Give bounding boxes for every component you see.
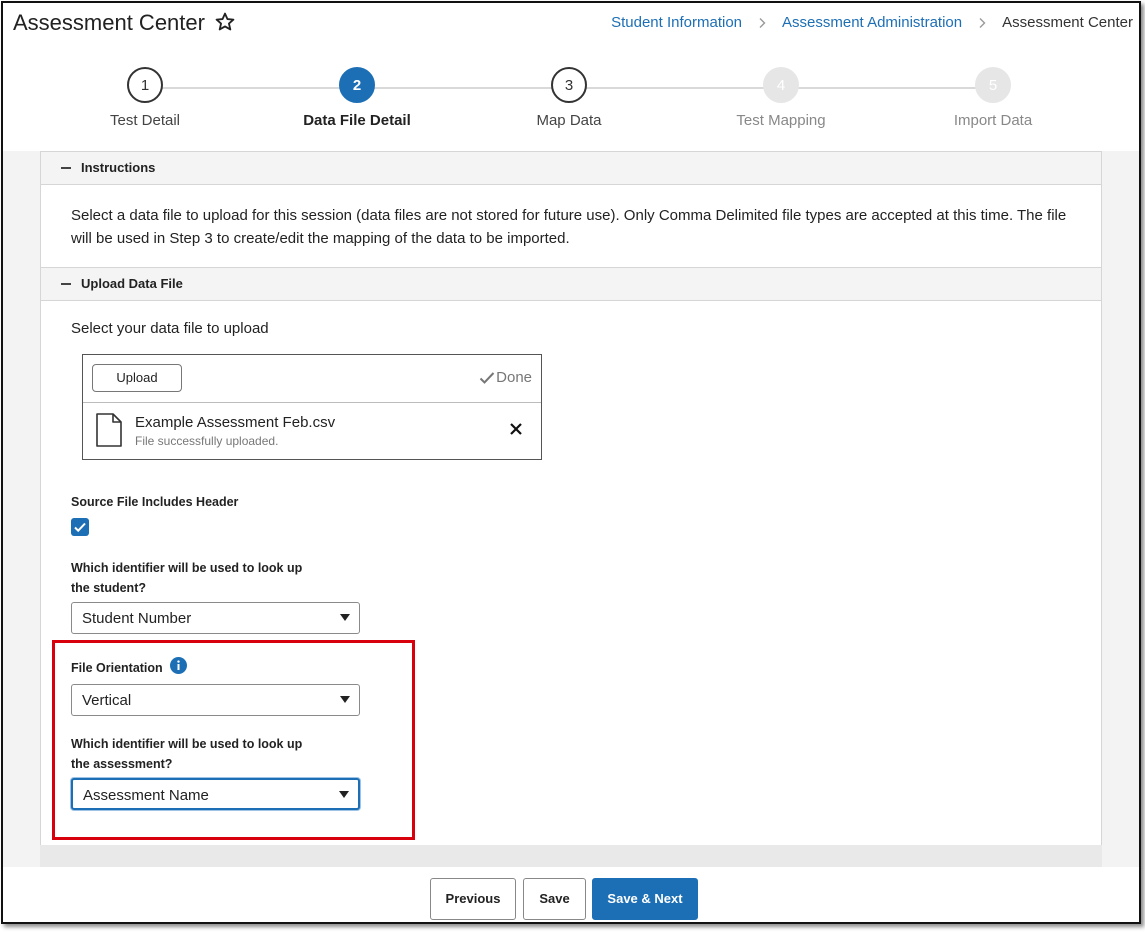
checkmark-icon bbox=[74, 522, 86, 533]
upload-prompt: Select your data file to upload bbox=[71, 320, 269, 337]
step-label: Import Data bbox=[953, 112, 1033, 129]
caret-down-icon bbox=[340, 696, 350, 703]
wizard-step-data-file-detail[interactable]: 2 Data File Detail bbox=[272, 67, 442, 129]
breadcrumb-student-information[interactable]: Student Information bbox=[611, 14, 742, 31]
select-value: Vertical bbox=[82, 692, 132, 709]
label-line: Which identifier will be used to look up bbox=[71, 561, 303, 575]
select-value: Assessment Name bbox=[83, 787, 209, 804]
file-upload-box: Upload Done Example Assessment Feb.csv F… bbox=[82, 354, 542, 460]
instructions-text: Select a data file to upload for this se… bbox=[71, 207, 1067, 247]
collapse-icon[interactable] bbox=[61, 283, 71, 285]
footer-band bbox=[40, 845, 1102, 867]
step-label: Test Mapping bbox=[736, 112, 826, 129]
caret-down-icon bbox=[339, 791, 349, 798]
app-window: Assessment Center Student Information As… bbox=[1, 1, 1141, 924]
section-title: Instructions bbox=[81, 160, 156, 175]
chevron-right-icon bbox=[759, 17, 766, 28]
student-identifier-select[interactable]: Student Number bbox=[71, 602, 360, 634]
wizard-step-map-data[interactable]: 3 Map Data bbox=[484, 67, 654, 129]
step-number: 3 bbox=[551, 67, 587, 103]
action-bar: Previous Save Save & Next bbox=[3, 867, 1139, 922]
file-icon bbox=[96, 413, 122, 447]
source-header-label: Source File Includes Header bbox=[71, 495, 239, 509]
instructions-section-header[interactable]: Instructions bbox=[41, 152, 1101, 185]
upload-status-label: Done bbox=[496, 369, 532, 386]
label-line: the assessment? bbox=[71, 757, 173, 771]
student-identifier-label: Which identifier will be used to look up… bbox=[71, 558, 302, 598]
step-number: 1 bbox=[127, 67, 163, 103]
breadcrumb-assessment-center: Assessment Center bbox=[1002, 14, 1133, 31]
step-number: 4 bbox=[763, 67, 799, 103]
step-number: 2 bbox=[339, 67, 375, 103]
assessment-identifier-select[interactable]: Assessment Name bbox=[71, 778, 360, 810]
step-label: Data File Detail bbox=[303, 112, 411, 129]
file-orientation-select[interactable]: Vertical bbox=[71, 684, 360, 716]
page-header: Assessment Center Student Information As… bbox=[3, 3, 1139, 46]
check-icon bbox=[479, 371, 495, 384]
step-number: 5 bbox=[975, 67, 1011, 103]
source-header-checkbox[interactable] bbox=[71, 518, 89, 536]
file-orientation-label: File Orientation bbox=[71, 661, 163, 675]
section-title: Upload Data File bbox=[81, 276, 183, 291]
uploaded-file-status: File successfully uploaded. bbox=[135, 434, 279, 448]
previous-button[interactable]: Previous bbox=[430, 878, 516, 920]
step-label: Map Data bbox=[536, 112, 602, 129]
breadcrumb-assessment-administration[interactable]: Assessment Administration bbox=[782, 14, 962, 31]
assessment-identifier-label: Which identifier will be used to look up… bbox=[71, 734, 302, 774]
content-panel: Instructions Select a data file to uploa… bbox=[40, 151, 1102, 847]
save-button[interactable]: Save bbox=[523, 878, 586, 920]
wizard-step-import-data: 5 Import Data bbox=[908, 67, 1078, 129]
star-icon[interactable] bbox=[214, 11, 236, 33]
upload-status: Done bbox=[479, 369, 532, 386]
select-value: Student Number bbox=[82, 610, 192, 627]
upload-section-header[interactable]: Upload Data File bbox=[41, 268, 1101, 301]
upload-button[interactable]: Upload bbox=[92, 364, 182, 392]
info-icon[interactable] bbox=[170, 657, 187, 674]
wizard-step-test-detail[interactable]: 1 Test Detail bbox=[60, 67, 230, 129]
upload-toolbar: Upload Done bbox=[83, 355, 541, 403]
chevron-right-icon bbox=[979, 17, 986, 28]
uploaded-file-name: Example Assessment Feb.csv bbox=[135, 414, 336, 431]
close-icon[interactable] bbox=[509, 422, 523, 436]
collapse-icon[interactable] bbox=[61, 167, 71, 169]
label-line: Which identifier will be used to look up bbox=[71, 737, 303, 751]
step-label: Test Detail bbox=[109, 112, 181, 129]
label-line: the student? bbox=[71, 581, 146, 595]
breadcrumb: Student Information Assessment Administr… bbox=[611, 14, 1133, 31]
page-title: Assessment Center bbox=[13, 10, 205, 35]
wizard-stepper: 1 Test Detail 2 Data File Detail 3 Map D… bbox=[3, 45, 1139, 151]
caret-down-icon bbox=[340, 614, 350, 621]
wizard-step-test-mapping: 4 Test Mapping bbox=[696, 67, 866, 129]
save-next-button[interactable]: Save & Next bbox=[592, 878, 698, 920]
